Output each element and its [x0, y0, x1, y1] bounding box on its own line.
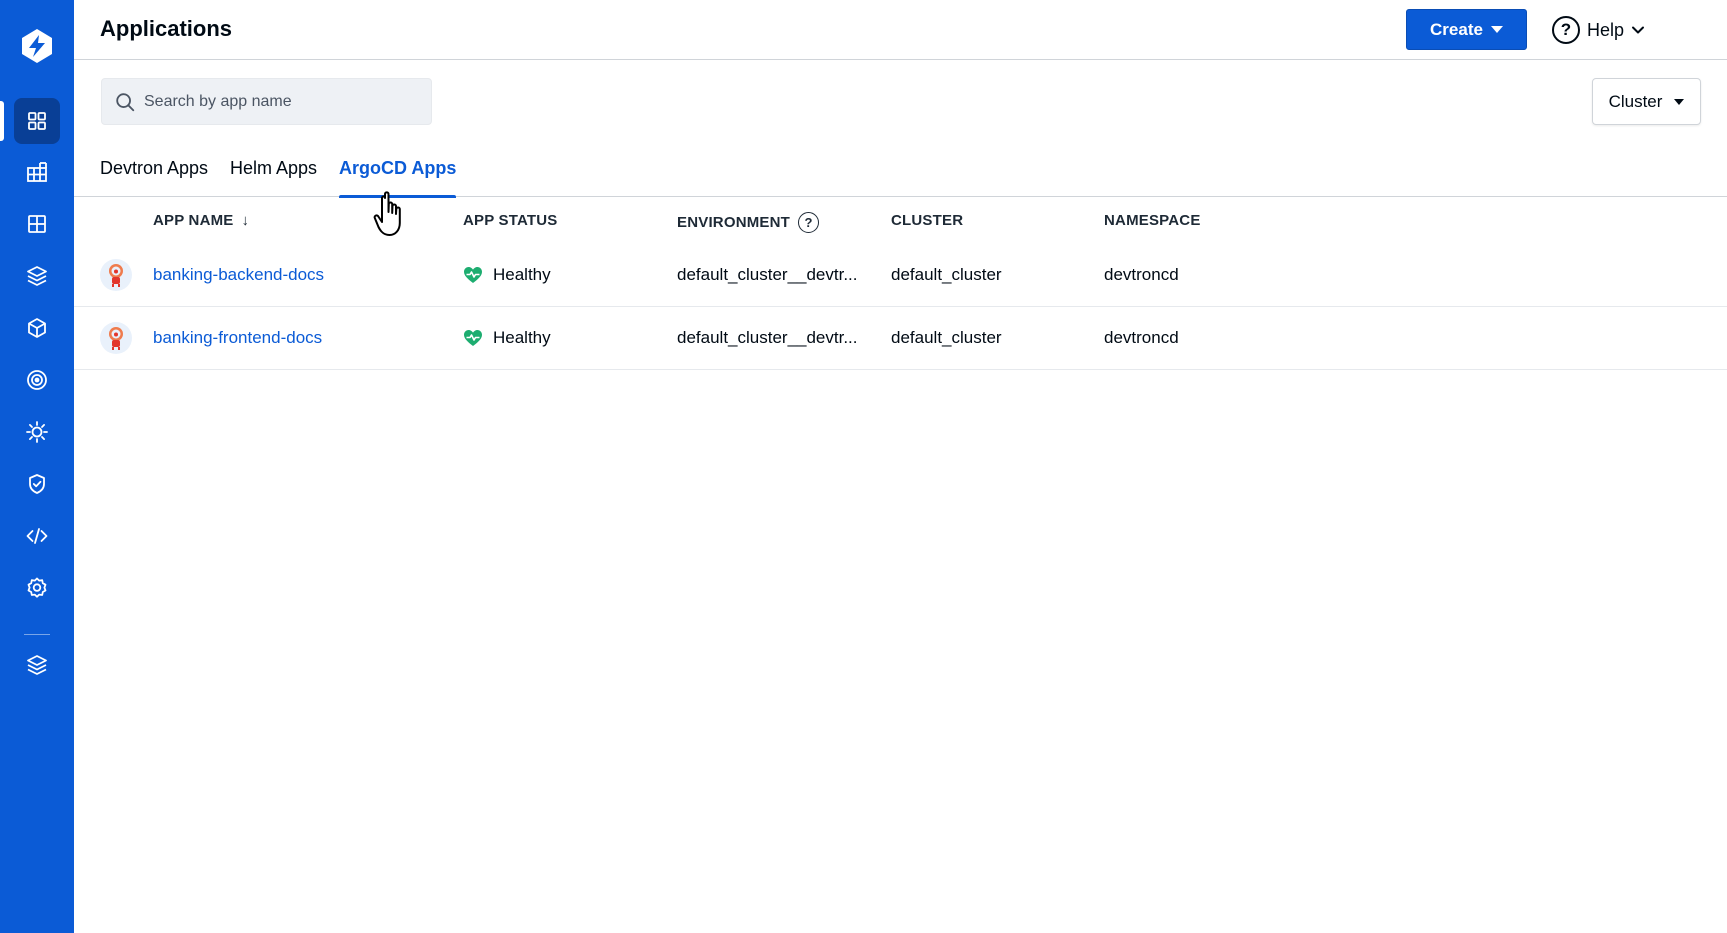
- stack-icon: [27, 266, 47, 286]
- argocd-app-icon: [100, 322, 132, 354]
- heart-pulse-icon: [464, 330, 482, 346]
- app-status: Healthy: [463, 265, 551, 285]
- column-app-status: APP STATUS: [463, 212, 558, 229]
- namespace-value: devtroncd: [1104, 265, 1179, 284]
- argocd-app-icon: [100, 259, 132, 291]
- question-circle-icon: ?: [1552, 16, 1580, 44]
- column-cluster: CLUSTER: [891, 212, 964, 229]
- sidebar-item-charts[interactable]: [14, 149, 60, 195]
- settings-icon: [27, 577, 47, 598]
- sidebar-item-security-policies[interactable]: [14, 461, 60, 507]
- environment-value: default_cluster__devtr...: [677, 265, 858, 284]
- table-row[interactable]: banking-backend-docs Healthy default_clu…: [74, 244, 1727, 307]
- status-label: Healthy: [493, 328, 551, 347]
- cube-icon: [28, 318, 46, 338]
- table-row[interactable]: banking-frontend-docs Healthy default_cl…: [74, 307, 1727, 370]
- search-icon: [116, 92, 135, 111]
- sidebar-divider: [24, 634, 50, 635]
- sidebar-item-security[interactable]: [14, 357, 60, 403]
- code-icon: [26, 528, 48, 544]
- app-name-link[interactable]: banking-frontend-docs: [153, 328, 322, 348]
- chevron-down-icon: [1632, 26, 1645, 34]
- sidebar-item-settings[interactable]: [14, 565, 60, 611]
- active-nav-marker: [0, 101, 4, 141]
- help-label: Help: [1587, 19, 1625, 40]
- sidebar-item-jobs[interactable]: [14, 305, 60, 351]
- status-label: Healthy: [493, 265, 551, 284]
- sidebar-item-global-configurations[interactable]: [14, 409, 60, 455]
- sidebar-item-api[interactable]: [14, 513, 60, 559]
- devtron-logo-icon[interactable]: [17, 26, 57, 66]
- cluster-value: default_cluster: [891, 265, 1002, 284]
- sidebar-item-resource-browser[interactable]: [14, 201, 60, 247]
- security-scan-icon: [27, 370, 47, 390]
- help-menu[interactable]: ? Help: [1552, 14, 1645, 46]
- column-app-name[interactable]: APP NAME ↓: [153, 212, 249, 229]
- app-type-tabs: Devtron Apps Helm Apps ArgoCD Apps: [74, 150, 1727, 198]
- environment-value: default_cluster__devtr...: [677, 328, 858, 347]
- column-environment-label: ENVIRONMENT: [677, 214, 791, 231]
- app-status: Healthy: [463, 328, 551, 348]
- caret-down-icon: [1674, 98, 1685, 105]
- tab-helm-apps[interactable]: Helm Apps: [230, 158, 317, 197]
- caret-down-icon: [1490, 26, 1503, 33]
- cluster-filter-dropdown[interactable]: Cluster: [1592, 78, 1701, 125]
- apps-grid-icon: [28, 112, 46, 130]
- sidebar-item-applications[interactable]: [14, 98, 60, 144]
- sidebar-item-deployment-groups[interactable]: [14, 253, 60, 299]
- column-environment: ENVIRONMENT ?: [677, 212, 820, 233]
- column-namespace: NAMESPACE: [1104, 212, 1201, 229]
- page-title: Applications: [100, 16, 233, 41]
- sidebar-item-stack-manager[interactable]: [14, 642, 60, 688]
- search-input[interactable]: [144, 92, 424, 111]
- layers-icon: [27, 655, 47, 675]
- shield-check-icon: [29, 474, 45, 494]
- page-header: Applications Create ? Help A: [74, 0, 1727, 60]
- global-config-icon: [26, 421, 48, 443]
- app-name-link[interactable]: banking-backend-docs: [153, 265, 324, 285]
- sidebar: [0, 0, 74, 933]
- create-button[interactable]: Create: [1406, 9, 1527, 50]
- sort-arrow-down-icon: ↓: [241, 212, 250, 229]
- namespace-value: devtroncd: [1104, 328, 1179, 347]
- cluster-filter-label: Cluster: [1608, 91, 1663, 111]
- column-app-name-label: APP NAME: [153, 212, 234, 229]
- chart-store-icon: [27, 162, 47, 182]
- question-circle-icon[interactable]: ?: [798, 212, 820, 233]
- cluster-value: default_cluster: [891, 328, 1002, 347]
- table-header: APP NAME ↓ APP STATUS ENVIRONMENT ? CLUS…: [74, 198, 1727, 244]
- hand-pointer-cursor-icon: [373, 191, 401, 236]
- tab-devtron-apps[interactable]: Devtron Apps: [100, 158, 208, 197]
- create-button-label: Create: [1430, 19, 1483, 39]
- search-box: [101, 78, 432, 125]
- heart-pulse-icon: [464, 267, 482, 283]
- resource-browser-icon: [28, 215, 46, 233]
